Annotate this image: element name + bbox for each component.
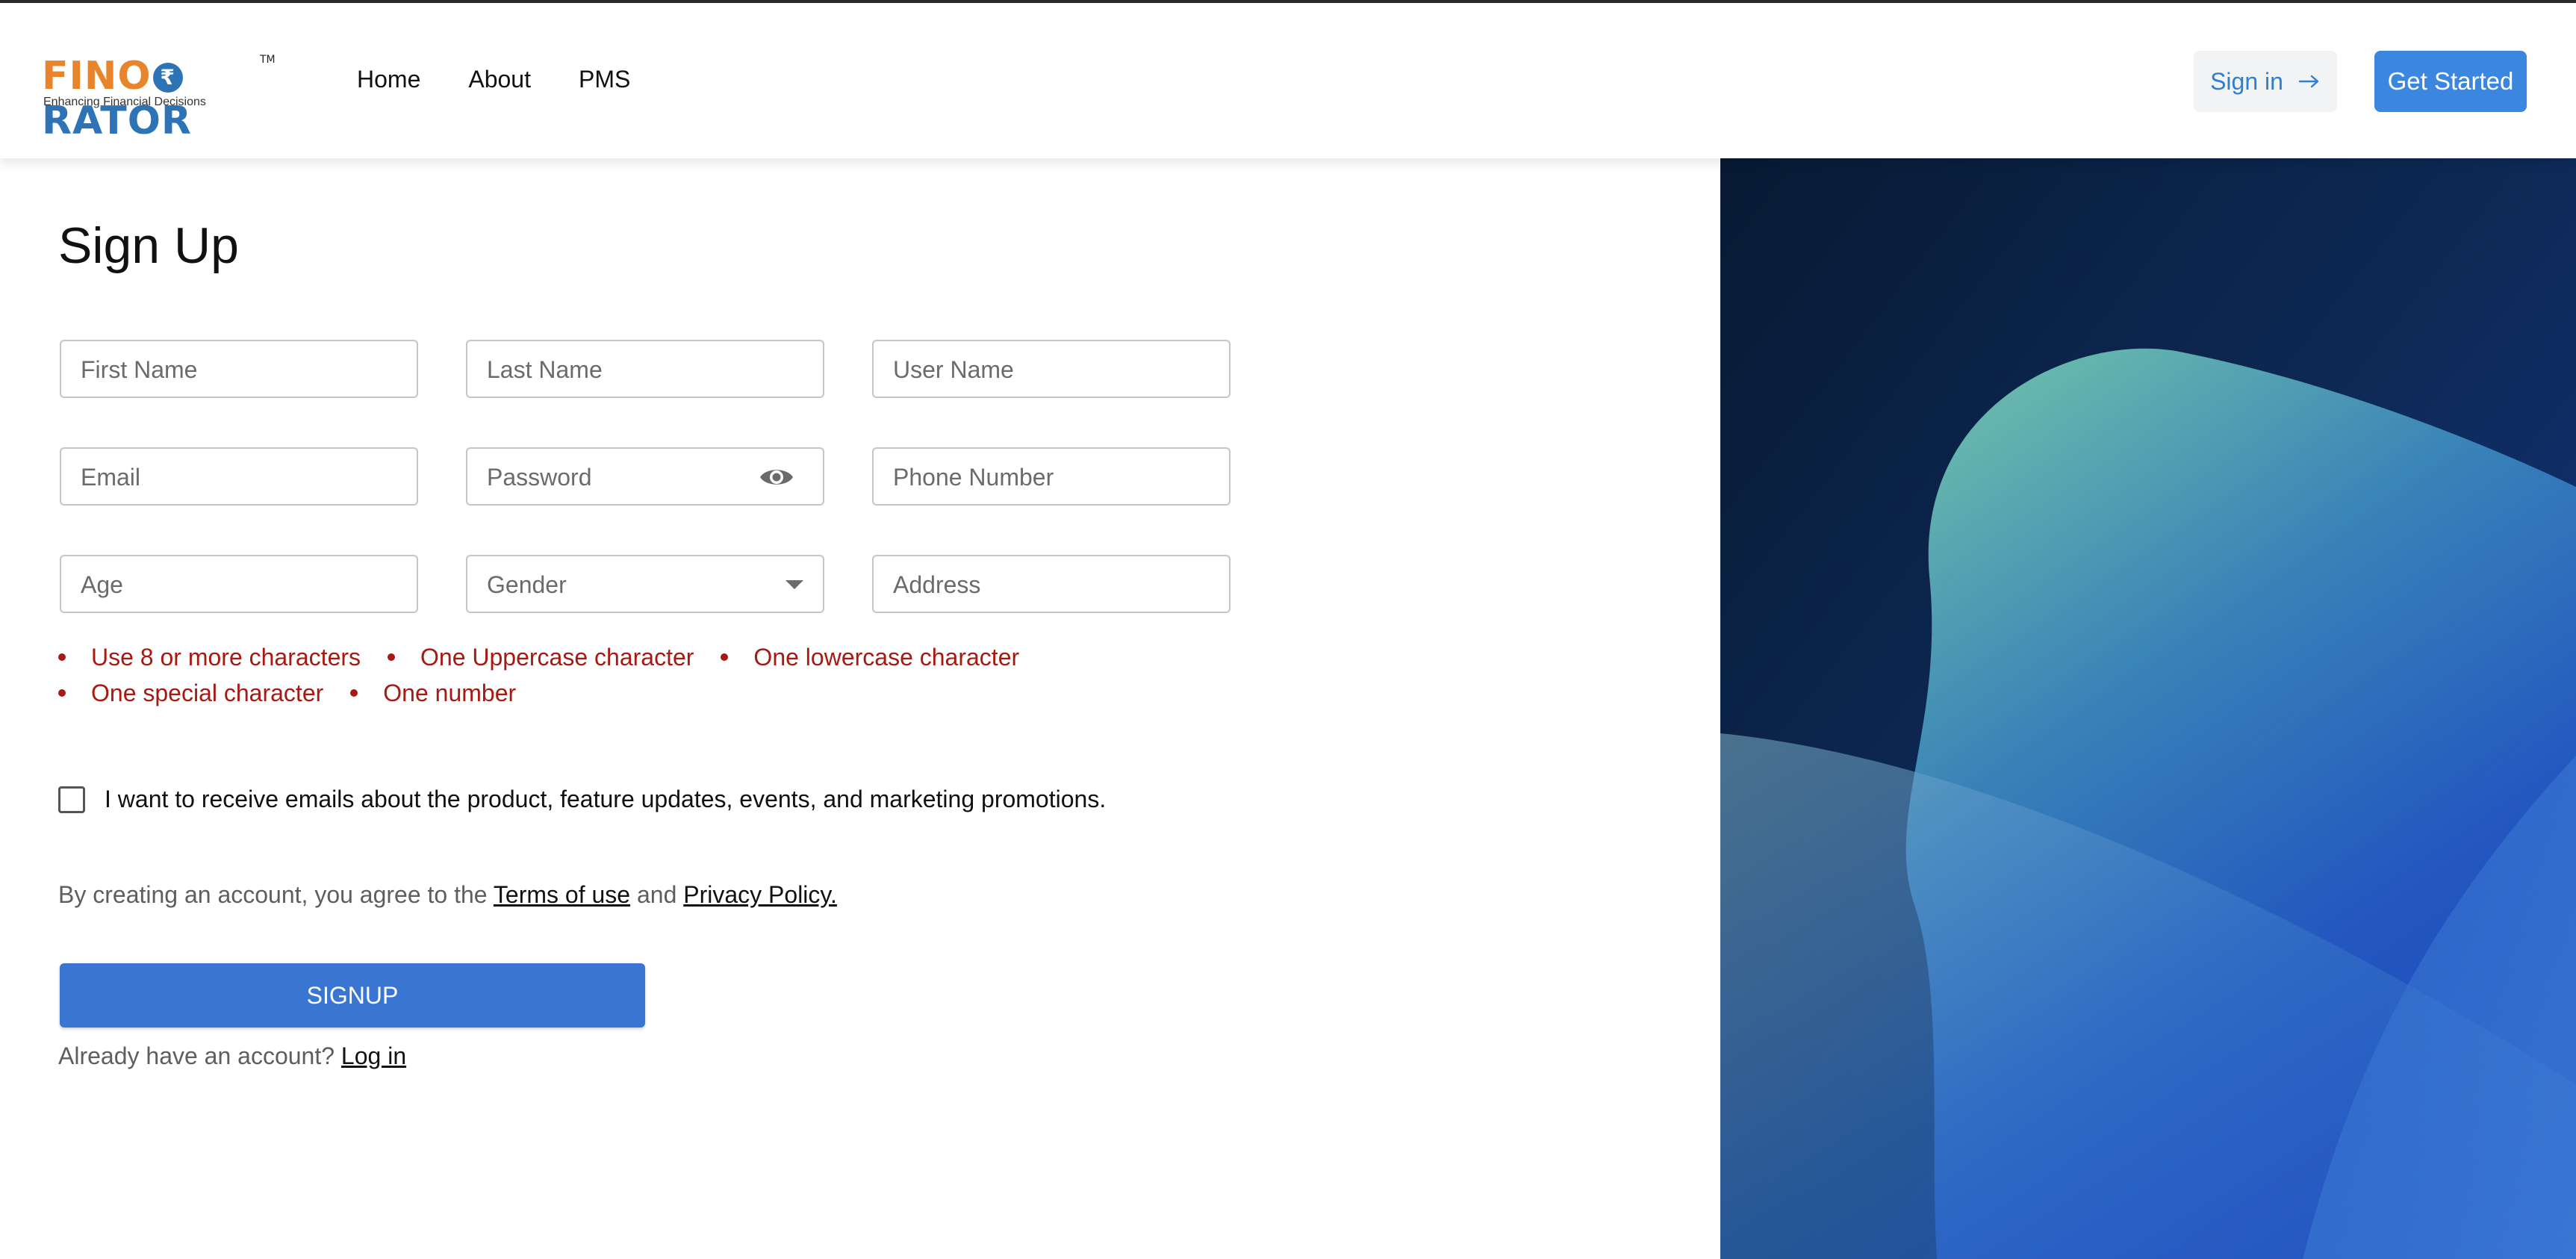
top-navbar: FINO ₹RATOR TM Enhancing Financial Decisi… [0,3,2576,158]
user-name-field[interactable]: User Name [872,340,1231,398]
arrow-right-icon [2298,75,2319,88]
sign-in-button[interactable]: Sign in [2194,51,2337,112]
rule-item: One lowercase character [721,644,1019,671]
marketing-optin-label[interactable]: I want to receive emails about the produ… [105,786,1106,813]
get-started-button[interactable]: Get Started [2374,51,2527,112]
bullet-icon [721,653,729,661]
signup-button[interactable]: SIGNUP [60,963,645,1028]
login-link[interactable]: Log in [341,1042,406,1069]
logo-brand-part1: FINO [42,54,152,99]
terms-agreement: By creating an account, you agree to the… [58,881,837,909]
email-placeholder: Email [81,464,141,491]
sign-in-label: Sign in [2210,67,2283,95]
phone-number-placeholder: Phone Number [893,464,1054,491]
rule-item: One number [350,680,516,707]
address-placeholder: Address [893,571,981,598]
dropdown-caret-icon [785,580,803,589]
main-nav: Home About PMS [357,66,630,93]
last-name-field[interactable]: Last Name [466,340,824,398]
finorator-logo[interactable]: FINO ₹RATOR TM Enhancing Financial Decisi… [42,54,281,143]
bullet-icon [388,653,396,661]
gender-select[interactable]: Gender [466,555,824,613]
first-name-placeholder: First Name [81,356,198,383]
nav-pms[interactable]: PMS [579,66,630,93]
decorative-background-panel [1720,158,2576,1259]
nav-home[interactable]: Home [357,66,420,93]
bullet-icon [58,689,66,697]
logo-tagline: Enhancing Financial Decisions [43,96,206,108]
age-placeholder: Age [81,571,123,598]
last-name-placeholder: Last Name [487,356,603,383]
agree-middle: and [630,881,684,908]
phone-number-field[interactable]: Phone Number [872,447,1231,506]
email-field[interactable]: Email [60,447,418,506]
bullet-icon [58,653,66,661]
rule-item: One Uppercase character [388,644,694,671]
page-title: Sign Up [58,217,239,274]
marketing-optin: I want to receive emails about the produ… [58,786,1106,813]
rule-item: Use 8 or more characters [58,644,361,671]
first-name-field[interactable]: First Name [60,340,418,398]
address-field[interactable]: Address [872,555,1231,613]
password-rules: Use 8 or more characters One Uppercase c… [58,639,1178,711]
user-name-placeholder: User Name [893,356,1014,383]
gender-placeholder: Gender [487,571,567,598]
agree-prefix: By creating an account, you agree to the [58,881,494,908]
show-password-eye-icon[interactable] [759,464,794,491]
rupee-icon: ₹ [152,63,183,93]
password-placeholder: Password [487,464,592,491]
bullet-icon [350,689,358,697]
nav-about[interactable]: About [468,66,531,93]
privacy-policy-link[interactable]: Privacy Policy. [683,881,837,908]
login-prompt: Already have an account? Log in [58,1042,406,1070]
age-field[interactable]: Age [60,555,418,613]
terms-of-use-link[interactable]: Terms of use [494,881,630,908]
marketing-optin-checkbox[interactable] [58,786,85,813]
logo-trademark: TM [260,54,276,66]
rule-item: One special character [58,680,323,707]
login-prefix: Already have an account? [58,1042,341,1069]
password-field[interactable]: Password [466,447,824,506]
abstract-waves-illustration [1720,158,2576,1259]
